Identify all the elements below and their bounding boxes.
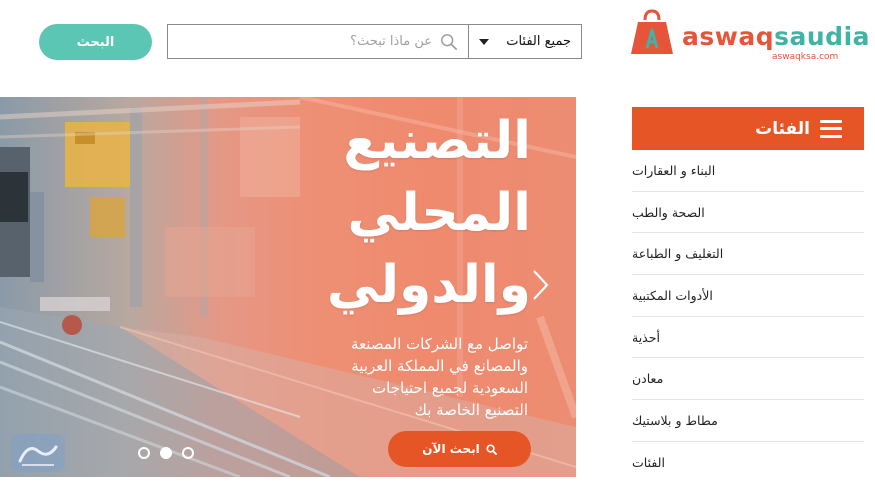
chevron-right-icon[interactable]: [530, 268, 550, 302]
hero-banner[interactable]: التصنيع المحلي والدولي تواصل مع الشركات …: [0, 97, 576, 477]
slide-dot[interactable]: [138, 447, 150, 459]
site-logo[interactable]: aswaqsaudia aswaqksa.com: [628, 4, 870, 66]
search-input[interactable]: [194, 33, 434, 50]
banner-headline: التصنيع المحلي والدولي: [326, 111, 531, 315]
categories-list: البناء و العقارات الصحة والطب التغليف و …: [632, 150, 864, 484]
shopping-bag-logo-icon: [631, 9, 673, 54]
category-select[interactable]: جميع الفئات: [468, 24, 582, 59]
search-field[interactable]: [167, 24, 468, 59]
slider-pagination: [138, 447, 194, 459]
sidebar-item-packaging[interactable]: التغليف و الطباعة: [632, 233, 864, 276]
search-button[interactable]: البحث: [39, 24, 152, 60]
search-icon: [486, 443, 497, 455]
menu-icon: [820, 119, 842, 138]
sidebar-item-health[interactable]: الصحة والطب: [632, 192, 864, 234]
sidebar-item-construction[interactable]: البناء و العقارات: [632, 150, 864, 192]
categories-menu-header[interactable]: الفئات: [632, 107, 864, 150]
logo-url: aswaqksa.com: [772, 52, 839, 62]
sidebar-item-shoes[interactable]: أحذية: [632, 317, 864, 359]
search-icon: [441, 33, 458, 50]
slide-dot-active[interactable]: [160, 447, 172, 459]
sidebar-item-office-supplies[interactable]: الأدوات المكتبية: [632, 275, 864, 317]
category-select-value: جميع الفئات: [506, 34, 571, 49]
search-now-button[interactable]: ابحث الآن: [388, 431, 531, 467]
sidebar-item-categories[interactable]: الفئات: [632, 442, 864, 484]
categories-title: الفئات: [755, 118, 810, 139]
watermark-logo: [11, 434, 65, 472]
chevron-down-icon: [479, 38, 489, 45]
sidebar-item-rubber-plastic[interactable]: مطاط و بلاستيك: [632, 400, 864, 442]
sidebar-item-metals[interactable]: معادن: [632, 358, 864, 401]
slide-dot[interactable]: [182, 447, 194, 459]
logo-wordmark: aswaqsaudia: [682, 22, 871, 51]
banner-subtext: تواصل مع الشركات المصنعة والمصانع في الم…: [351, 335, 528, 419]
